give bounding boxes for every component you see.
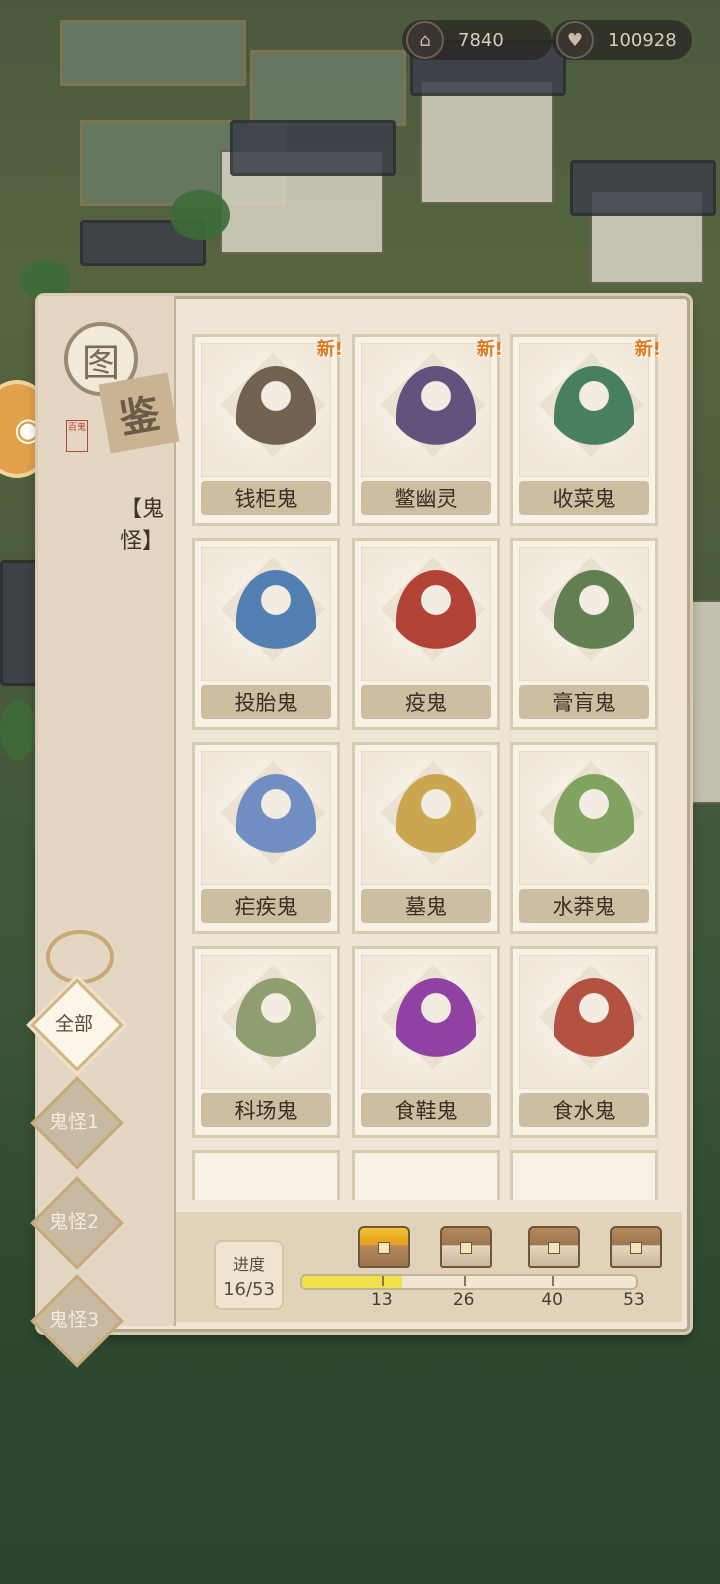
filter-tab-2[interactable]: 鬼怪2 xyxy=(30,1176,124,1270)
reward-chest-icon[interactable] xyxy=(528,1226,581,1268)
ghost-grid[interactable]: 钱柜鬼 新! 鳖幽灵 新! 收菜鬼 新! 投胎鬼 疫鬼 膏肓鬼疟疾鬼 墓鬼 水莽鬼科场鬼 食鞋鬼 食水鬼 xyxy=(180,330,666,1200)
ghost-card[interactable]: 钱柜鬼 新! xyxy=(192,334,343,526)
filter-tab-label: 鬼怪1 xyxy=(48,1110,100,1133)
ghost-portrait-icon xyxy=(554,570,634,670)
ghost-portrait-icon xyxy=(396,366,476,466)
ghost-card[interactable]: 食鞋鬼 xyxy=(352,946,500,1138)
new-badge: 新! xyxy=(316,339,343,360)
ghost-name: 膏肓鬼 xyxy=(519,685,649,719)
reward-chest-icon[interactable] xyxy=(439,1226,492,1268)
title-glyph-2: 鉴 xyxy=(98,372,180,454)
ghost-portrait-icon xyxy=(236,366,316,466)
seal-stamp: 百鬼 xyxy=(66,420,88,452)
filter-tab-1[interactable]: 鬼怪1 xyxy=(30,1076,124,1170)
ghost-name: 鳖幽灵 xyxy=(361,481,491,515)
ghost-name: 钱柜鬼 xyxy=(201,481,331,515)
heart-icon: ♥ xyxy=(556,21,594,59)
ghost-portrait-icon xyxy=(554,774,634,874)
ghost-card[interactable]: 水莽鬼 xyxy=(510,742,658,934)
milestone-label: 26 xyxy=(452,1290,475,1310)
knot-ornament-icon xyxy=(46,930,114,984)
ghost-card[interactable]: 墓鬼 xyxy=(352,742,500,934)
ghost-card[interactable]: 投胎鬼 xyxy=(192,538,340,730)
progress-value: 16/53 xyxy=(223,1278,275,1300)
currency-coins: ⌂ 7840 xyxy=(402,20,552,60)
filter-tab-label: 鬼怪2 xyxy=(48,1210,100,1233)
ghost-portrait-icon xyxy=(554,978,634,1078)
ghost-name: 食鞋鬼 xyxy=(361,1093,491,1127)
progress-tick xyxy=(552,1276,555,1286)
filter-tab-all[interactable]: 全部 xyxy=(30,978,124,1072)
progress-title: 进度 xyxy=(232,1254,265,1274)
ghost-card[interactable]: 膏肓鬼 xyxy=(510,538,658,730)
ghost-name: 科场鬼 xyxy=(201,1093,331,1127)
filter-tab-label: 全部 xyxy=(54,1012,93,1035)
ghost-name: 疟疾鬼 xyxy=(201,889,331,923)
new-badge: 新! xyxy=(476,339,503,360)
progress-label: 进度 16/53 xyxy=(214,1240,284,1310)
ghost-name: 投胎鬼 xyxy=(201,685,331,719)
building-icon: ⌂ xyxy=(406,21,444,59)
ghost-portrait-icon xyxy=(554,366,634,466)
milestone-label: 13 xyxy=(371,1290,393,1310)
ghost-portrait-icon xyxy=(396,774,476,874)
ghost-card-partial[interactable] xyxy=(352,1150,500,1200)
ghost-card[interactable]: 疫鬼 xyxy=(352,538,500,730)
ghost-card[interactable]: 食水鬼 xyxy=(510,946,658,1138)
hearts-value: 100928 xyxy=(608,29,677,51)
filter-tab-label: 鬼怪3 xyxy=(48,1308,100,1331)
reward-chest-icon[interactable] xyxy=(610,1226,662,1268)
ghost-name: 疫鬼 xyxy=(361,685,491,719)
new-badge: 新! xyxy=(634,339,661,360)
filter-tab-3[interactable]: 鬼怪3 xyxy=(30,1274,124,1368)
ghost-portrait-icon xyxy=(396,978,476,1078)
currency-hearts: ♥ 100928 xyxy=(552,20,692,60)
ghost-portrait-icon xyxy=(236,570,316,670)
milestone-label: 53 xyxy=(623,1290,645,1310)
progress-bar xyxy=(300,1274,638,1290)
ghost-card[interactable]: 疟疾鬼 xyxy=(192,742,340,934)
ghost-card[interactable]: 收菜鬼 新! xyxy=(510,334,661,526)
ghost-portrait-icon xyxy=(236,978,316,1078)
category-label: 【鬼怪】 xyxy=(120,497,165,554)
ghost-portrait-icon xyxy=(396,570,476,670)
ghost-name: 水莽鬼 xyxy=(519,889,649,923)
reward-chest-icon[interactable] xyxy=(357,1226,410,1268)
ghost-card[interactable]: 科场鬼 xyxy=(192,946,340,1138)
progress-bar-fill xyxy=(302,1276,403,1288)
ghost-portrait-icon xyxy=(236,774,316,874)
ghost-card-partial[interactable] xyxy=(510,1150,658,1200)
ghost-card[interactable]: 鳖幽灵 新! xyxy=(352,334,503,526)
ghost-card-partial[interactable] xyxy=(192,1150,340,1200)
progress-tick xyxy=(381,1276,384,1286)
ghost-name: 墓鬼 xyxy=(361,889,491,923)
ghost-name: 收菜鬼 xyxy=(519,481,649,515)
progress-tick xyxy=(463,1276,466,1286)
coins-value: 7840 xyxy=(458,29,504,51)
ghost-name: 食水鬼 xyxy=(519,1093,649,1127)
milestone-label: 40 xyxy=(541,1290,563,1310)
